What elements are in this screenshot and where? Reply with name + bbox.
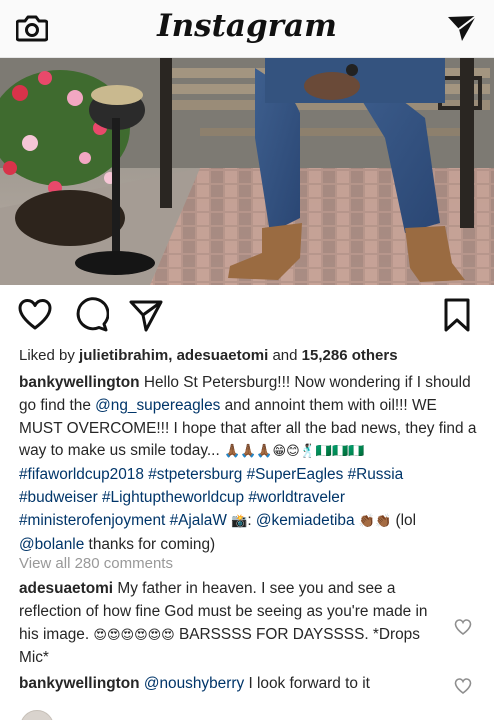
post-photo[interactable] [0,58,494,285]
comment-like-heart-icon[interactable] [454,618,472,636]
likes-count-link[interactable]: 15,286 others [302,347,398,364]
hashtag-link[interactable]: #Russia [348,466,404,483]
mention-link[interactable]: @noushyberry [144,675,244,692]
emoji-group: 🙏🏾🙏🏾🙏🏾😁😊🕺🏿🇳🇬🇳🇬🇳🇬 [224,444,365,460]
liked-user-link[interactable]: julietibrahim [79,347,168,364]
hashtag-link[interactable]: #fifaworldcup2018 [19,466,144,483]
hashtag-link[interactable]: #stpetersburg [148,466,242,483]
clap-emoji: 👏🏾👏🏾 [358,513,392,529]
hashtag-link[interactable]: #ministerofenjoyment [19,512,165,529]
hashtag-link[interactable]: #SuperEagles [247,466,344,483]
heart-icon[interactable] [17,297,53,333]
heart-eyes-emoji: 😍😍😍😍😍😍 [93,627,175,643]
bookmark-icon[interactable] [442,297,472,333]
liked-user-link[interactable]: adesuaetomi [177,347,269,364]
hashtag-link[interactable]: #Lightuptheworldcup [102,489,244,506]
app-logo: Instagram [157,8,337,44]
post-actions [0,293,494,339]
post-image [0,58,494,285]
camera-emoji: 📸 [231,513,248,529]
likes-line: Liked by julietibrahim, adesuaetomi and … [19,347,398,364]
caption-text: : [247,511,256,529]
mention-link[interactable]: @kemiadetiba [256,512,355,529]
caption-author[interactable]: bankywellington [19,374,140,391]
hashtag-link[interactable]: #budweiser [19,489,98,506]
caption-text: thanks for coming) [84,535,216,553]
comment-text: I look forward to it [244,675,370,692]
share-icon[interactable] [128,297,164,333]
mention-link[interactable]: @bolanle [19,536,84,553]
comment-item: bankywellington @noushyberry I look forw… [19,673,449,696]
view-all-comments-link[interactable]: View all 280 comments [19,555,173,572]
direct-message-icon[interactable] [446,13,478,43]
caption-text: (lol [391,511,416,529]
comment-author[interactable]: adesuaetomi [19,580,113,597]
comment-author[interactable]: bankywellington [19,675,140,692]
avatar[interactable] [20,710,54,720]
next-post-peek [0,706,494,720]
top-bar: Instagram [0,0,494,58]
likes-prefix: Liked by [19,347,80,364]
hashtag-link[interactable]: #worldtraveler [248,489,345,506]
comment-icon[interactable] [73,297,109,333]
post-caption: bankywellington Hello St Petersburg!!! N… [19,372,481,556]
comment-like-heart-icon[interactable] [454,677,472,695]
hashtag-link[interactable]: #AjalaW [170,512,227,529]
likes-and: and [268,347,302,364]
likes-separator: , [168,347,177,364]
mention-link[interactable]: @ng_supereagles [95,397,220,414]
comment-item: adesuaetomi My father in heaven. I see y… [19,578,449,670]
